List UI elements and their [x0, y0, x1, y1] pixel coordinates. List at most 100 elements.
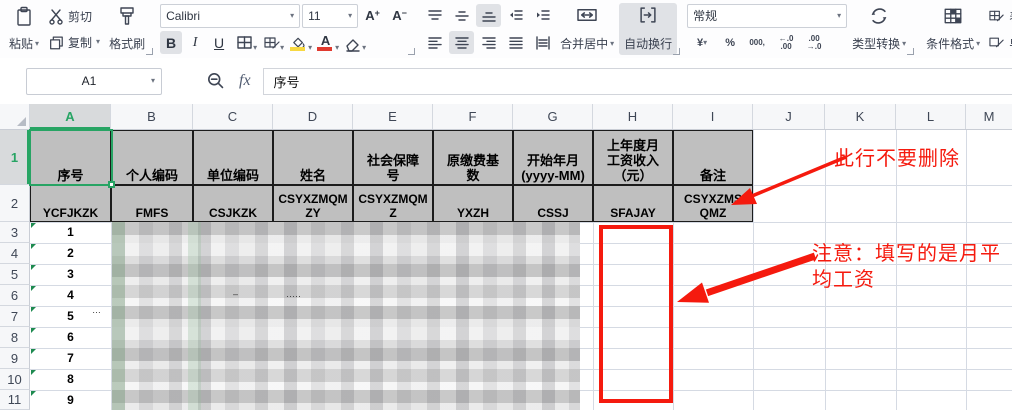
column-header-g[interactable]: G	[513, 104, 593, 129]
cell-style-button[interactable]: 单	[985, 30, 1012, 54]
cell-f1[interactable]: 原缴费基 数	[433, 130, 513, 185]
cell-e2[interactable]: CSYXZMQM Z	[353, 185, 433, 222]
cell-b1[interactable]: 个人编码	[111, 130, 193, 185]
cell-a8[interactable]: 6	[30, 327, 111, 348]
cell-h2[interactable]: SFAJAY	[593, 185, 673, 222]
column-header-f[interactable]: F	[433, 104, 513, 129]
align-top-button[interactable]	[422, 4, 447, 27]
font-size-select[interactable]: 11▾	[302, 4, 358, 28]
cell-c2[interactable]: CSJKZK	[193, 185, 273, 222]
copy-button[interactable]: 复制▾	[44, 30, 104, 54]
column-header-k[interactable]: K	[825, 104, 896, 129]
cell-a11[interactable]: 9	[30, 390, 111, 410]
cell-g2[interactable]: CSSJ	[513, 185, 593, 222]
column-header-h[interactable]: H	[593, 104, 673, 129]
font-color-button[interactable]: A ▾	[313, 31, 338, 54]
row-header-1[interactable]: 1	[0, 130, 30, 185]
zoom-icon[interactable]	[206, 71, 226, 91]
decrease-font-button[interactable]: A−	[387, 4, 412, 27]
column-header-b[interactable]: B	[111, 104, 193, 129]
cell-a6[interactable]: 4	[30, 285, 111, 306]
cell-a10[interactable]: 8	[30, 369, 111, 390]
selection-border	[29, 129, 113, 186]
bold-button[interactable]: B	[160, 31, 182, 54]
cell-a3[interactable]: 1	[30, 222, 111, 243]
cell-i2[interactable]: CSYXZMS QMZ	[673, 185, 753, 222]
paste-button[interactable]: 粘贴▾	[4, 3, 44, 55]
clear-format-button[interactable]: ▾	[340, 31, 365, 54]
cell-d2[interactable]: CSYXZMQM ZY	[273, 185, 353, 222]
cell-error-triangle-icon	[31, 286, 36, 291]
increase-indent-button[interactable]	[530, 4, 555, 27]
column-header-e[interactable]: E	[353, 104, 433, 129]
cell-a9[interactable]: 7	[30, 348, 111, 369]
column-header-a[interactable]: A	[30, 104, 111, 129]
decrease-indent-button[interactable]	[503, 4, 528, 27]
cell-h1[interactable]: 上年度月 工资收入 （元）	[593, 130, 673, 185]
wrap-text-button[interactable]: 自动换行	[619, 3, 677, 55]
formula-input[interactable]: 序号	[263, 68, 1012, 95]
row-header-4[interactable]: 4	[0, 243, 30, 264]
align-left-button[interactable]	[422, 31, 447, 54]
decrease-decimal-button[interactable]: .00 →.0	[801, 31, 827, 54]
row-header-2[interactable]: 2	[0, 185, 30, 222]
draw-border-button[interactable]: ▾	[259, 31, 284, 54]
select-all-corner[interactable]	[0, 104, 30, 129]
column-header-i[interactable]: I	[673, 104, 753, 129]
increase-decimal-button[interactable]: ←.0 .00	[773, 31, 799, 54]
column-header-l[interactable]: L	[896, 104, 966, 129]
currency-button[interactable]: ¥▾	[687, 31, 717, 54]
row-header-10[interactable]: 10	[0, 369, 30, 390]
align-bottom-icon	[481, 8, 497, 24]
increase-font-button[interactable]: A+	[360, 4, 385, 27]
percent-button[interactable]: %	[719, 31, 741, 54]
conditional-format-button[interactable]: 条件格式▾	[921, 3, 985, 55]
merge-center-button[interactable]: 合并居中▾	[555, 3, 619, 55]
row-header-11[interactable]: 11	[0, 390, 30, 410]
cell-g1[interactable]: 开始年月 (yyyy-MM)	[513, 130, 593, 185]
row-header-8[interactable]: 8	[0, 327, 30, 348]
column-header-m[interactable]: M	[966, 104, 1012, 129]
cell-f2[interactable]: YXZH	[433, 185, 513, 222]
row-header-7[interactable]: 7	[0, 306, 30, 327]
align-bottom-button[interactable]	[476, 4, 501, 27]
dialog-launcher-icon[interactable]	[146, 48, 153, 55]
column-header-c[interactable]: C	[193, 104, 273, 129]
format-painter-button[interactable]: 格式刷	[104, 3, 150, 55]
align-middle-button[interactable]	[449, 4, 474, 27]
dialog-launcher-icon[interactable]	[673, 48, 680, 55]
distributed-button[interactable]	[530, 31, 555, 54]
name-box[interactable]: A1 ▾	[26, 68, 162, 95]
row-header-5[interactable]: 5	[0, 264, 30, 285]
cell-a5[interactable]: 3	[30, 264, 111, 285]
cell-i1[interactable]: 备注	[673, 130, 753, 185]
dialog-launcher-icon[interactable]	[907, 48, 914, 55]
row-header-6[interactable]: 6	[0, 285, 30, 306]
italic-button[interactable]: I	[184, 31, 206, 54]
cell-c1[interactable]: 单位编码	[193, 130, 273, 185]
borders-button[interactable]: ▾	[232, 31, 257, 54]
row-header-3[interactable]: 3	[0, 222, 30, 243]
type-convert-button[interactable]: 类型转换▾	[847, 3, 911, 55]
number-format-select[interactable]: 常规▾	[687, 4, 847, 28]
cut-button[interactable]: 剪切	[44, 4, 104, 28]
cell-b2[interactable]: FMFS	[111, 185, 193, 222]
dialog-launcher-icon[interactable]	[408, 48, 415, 55]
thousands-separator-button[interactable]: 000,	[743, 31, 771, 54]
cell-d1[interactable]: 姓名	[273, 130, 353, 185]
justify-button[interactable]	[503, 31, 528, 54]
cell-e1[interactable]: 社会保障 号	[353, 130, 433, 185]
fill-handle[interactable]	[108, 181, 115, 188]
row-header-9[interactable]: 9	[0, 348, 30, 369]
column-header-d[interactable]: D	[273, 104, 353, 129]
column-header-j[interactable]: J	[753, 104, 825, 129]
fx-icon[interactable]: fx	[239, 72, 251, 90]
align-right-button[interactable]	[476, 31, 501, 54]
cell-a2[interactable]: YCFJKZK	[30, 185, 111, 222]
align-center-button[interactable]	[449, 31, 474, 54]
fill-color-button[interactable]: ▾	[286, 31, 311, 54]
font-name-select[interactable]: Calibri▾	[160, 4, 300, 28]
cell-a4[interactable]: 2	[30, 243, 111, 264]
underline-button[interactable]: U	[208, 31, 230, 54]
table-style-button[interactable]: 表	[985, 4, 1012, 28]
